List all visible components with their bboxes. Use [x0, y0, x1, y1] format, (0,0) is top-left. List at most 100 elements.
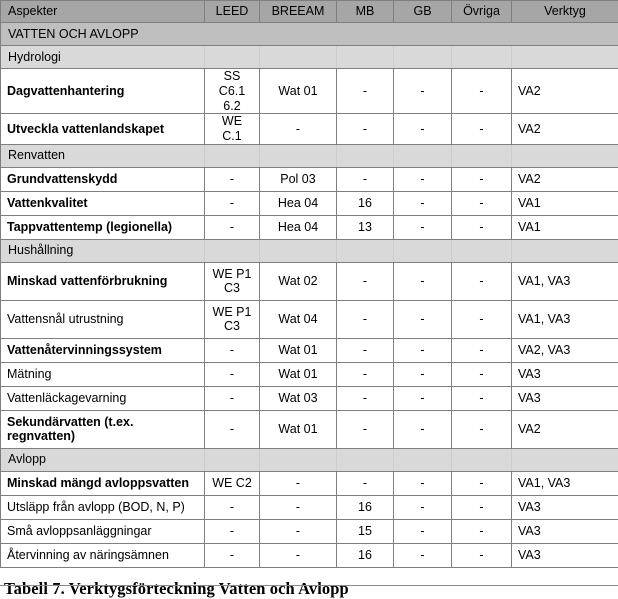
section-header-row: Hushållning: [1, 239, 618, 262]
cell-breeam: Pol 03: [260, 167, 337, 191]
column-header-leed: LEED: [205, 1, 260, 23]
cell-ovriga: -: [452, 471, 512, 495]
section-header-label: Hushållning: [1, 239, 205, 262]
cell-mb: -: [337, 114, 394, 145]
cell-verktyg: VA3: [512, 519, 618, 543]
cell-verktyg: VA3: [512, 495, 618, 519]
table-row: Minskad mängd avloppsvattenWE C2----VA1,…: [1, 471, 618, 495]
section-header-filler: [260, 46, 337, 69]
section-header-filler: [337, 144, 394, 167]
cell-breeam: -: [260, 114, 337, 145]
category-band-filler: [337, 23, 394, 46]
cell-ovriga: -: [452, 519, 512, 543]
cell-leed: -: [205, 495, 260, 519]
table-body: VATTEN OCH AVLOPPHydrologiDagvattenhante…: [1, 23, 618, 568]
section-header-filler: [260, 239, 337, 262]
section-header-filler: [452, 239, 512, 262]
cell-breeam: Wat 01: [260, 69, 337, 114]
section-header-filler: [512, 448, 618, 471]
section-header-filler: [205, 448, 260, 471]
cell-aspekt: Grundvattenskydd: [1, 167, 205, 191]
section-header-label: Hydrologi: [1, 46, 205, 69]
cell-mb: 16: [337, 495, 394, 519]
cell-breeam: Hea 04: [260, 215, 337, 239]
table-row: Tappvattentemp (legionella)-Hea 0413--VA…: [1, 215, 618, 239]
cell-aspekt: Små avloppsanläggningar: [1, 519, 205, 543]
cell-leed: -: [205, 362, 260, 386]
column-header-verktyg: Verktyg: [512, 1, 618, 23]
section-header-label: Avlopp: [1, 448, 205, 471]
cell-gb: -: [394, 300, 452, 338]
table-row: Mätning-Wat 01---VA3: [1, 362, 618, 386]
cell-aspekt: Vattensnål utrustning: [1, 300, 205, 338]
cell-aspekt: Vattenåtervinningssystem: [1, 338, 205, 362]
cell-verktyg: VA3: [512, 386, 618, 410]
column-header-ovriga: Övriga: [452, 1, 512, 23]
cell-leed: WE P1 C3: [205, 300, 260, 338]
column-header-mb: MB: [337, 1, 394, 23]
table-row: Vattenkvalitet-Hea 0416--VA1: [1, 191, 618, 215]
cell-gb: -: [394, 410, 452, 448]
cell-leed: WE P1 C3: [205, 262, 260, 300]
category-band-label: VATTEN OCH AVLOPP: [1, 23, 205, 46]
cell-verktyg: VA2: [512, 410, 618, 448]
cell-ovriga: -: [452, 410, 512, 448]
section-header-label: Renvatten: [1, 144, 205, 167]
category-band-filler: [394, 23, 452, 46]
footer-rule: [0, 585, 618, 586]
section-header-filler: [337, 46, 394, 69]
cell-breeam: -: [260, 543, 337, 567]
cell-ovriga: -: [452, 386, 512, 410]
cell-ovriga: -: [452, 114, 512, 145]
cell-mb: -: [337, 471, 394, 495]
category-band-filler: [205, 23, 260, 46]
table-row: Sekundärvatten (t.ex. regnvatten)-Wat 01…: [1, 410, 618, 448]
cell-leed: -: [205, 191, 260, 215]
cell-leed: -: [205, 543, 260, 567]
cell-mb: -: [337, 300, 394, 338]
cell-gb: -: [394, 471, 452, 495]
section-header-filler: [337, 448, 394, 471]
cell-breeam: Hea 04: [260, 191, 337, 215]
cell-breeam: Wat 01: [260, 338, 337, 362]
section-header-filler: [205, 239, 260, 262]
cell-ovriga: -: [452, 191, 512, 215]
cell-aspekt: Sekundärvatten (t.ex. regnvatten): [1, 410, 205, 448]
cell-gb: -: [394, 191, 452, 215]
cell-breeam: Wat 04: [260, 300, 337, 338]
tool-table: Aspekter LEED BREEAM MB GB Övriga Verkty…: [0, 0, 618, 568]
cell-gb: -: [394, 495, 452, 519]
section-header-filler: [394, 448, 452, 471]
cell-gb: -: [394, 362, 452, 386]
cell-verktyg: VA2: [512, 167, 618, 191]
cell-ovriga: -: [452, 362, 512, 386]
table-caption: Tabell 7. Verktygsförteckning Vatten och…: [0, 568, 618, 599]
cell-leed: SS C6.1 6.2: [205, 69, 260, 114]
section-header-row: Hydrologi: [1, 46, 618, 69]
section-header-filler: [452, 144, 512, 167]
table-row: Minskad vattenförbrukningWE P1 C3Wat 02-…: [1, 262, 618, 300]
cell-ovriga: -: [452, 338, 512, 362]
cell-gb: -: [394, 338, 452, 362]
cell-ovriga: -: [452, 215, 512, 239]
cell-mb: -: [337, 386, 394, 410]
cell-ovriga: -: [452, 69, 512, 114]
category-band-filler: [512, 23, 618, 46]
cell-leed: -: [205, 215, 260, 239]
cell-leed: -: [205, 410, 260, 448]
cell-gb: -: [394, 519, 452, 543]
cell-leed: -: [205, 338, 260, 362]
section-header-filler: [337, 239, 394, 262]
cell-breeam: -: [260, 519, 337, 543]
cell-breeam: -: [260, 495, 337, 519]
section-header-filler: [452, 448, 512, 471]
cell-aspekt: Utveckla vattenlandskapet: [1, 114, 205, 145]
section-header-filler: [394, 239, 452, 262]
cell-verktyg: VA2: [512, 69, 618, 114]
cell-verktyg: VA1, VA3: [512, 471, 618, 495]
cell-ovriga: -: [452, 262, 512, 300]
cell-aspekt: Dagvattenhantering: [1, 69, 205, 114]
table-row: Återvinning av näringsämnen--16--VA3: [1, 543, 618, 567]
cell-gb: -: [394, 114, 452, 145]
cell-gb: -: [394, 386, 452, 410]
